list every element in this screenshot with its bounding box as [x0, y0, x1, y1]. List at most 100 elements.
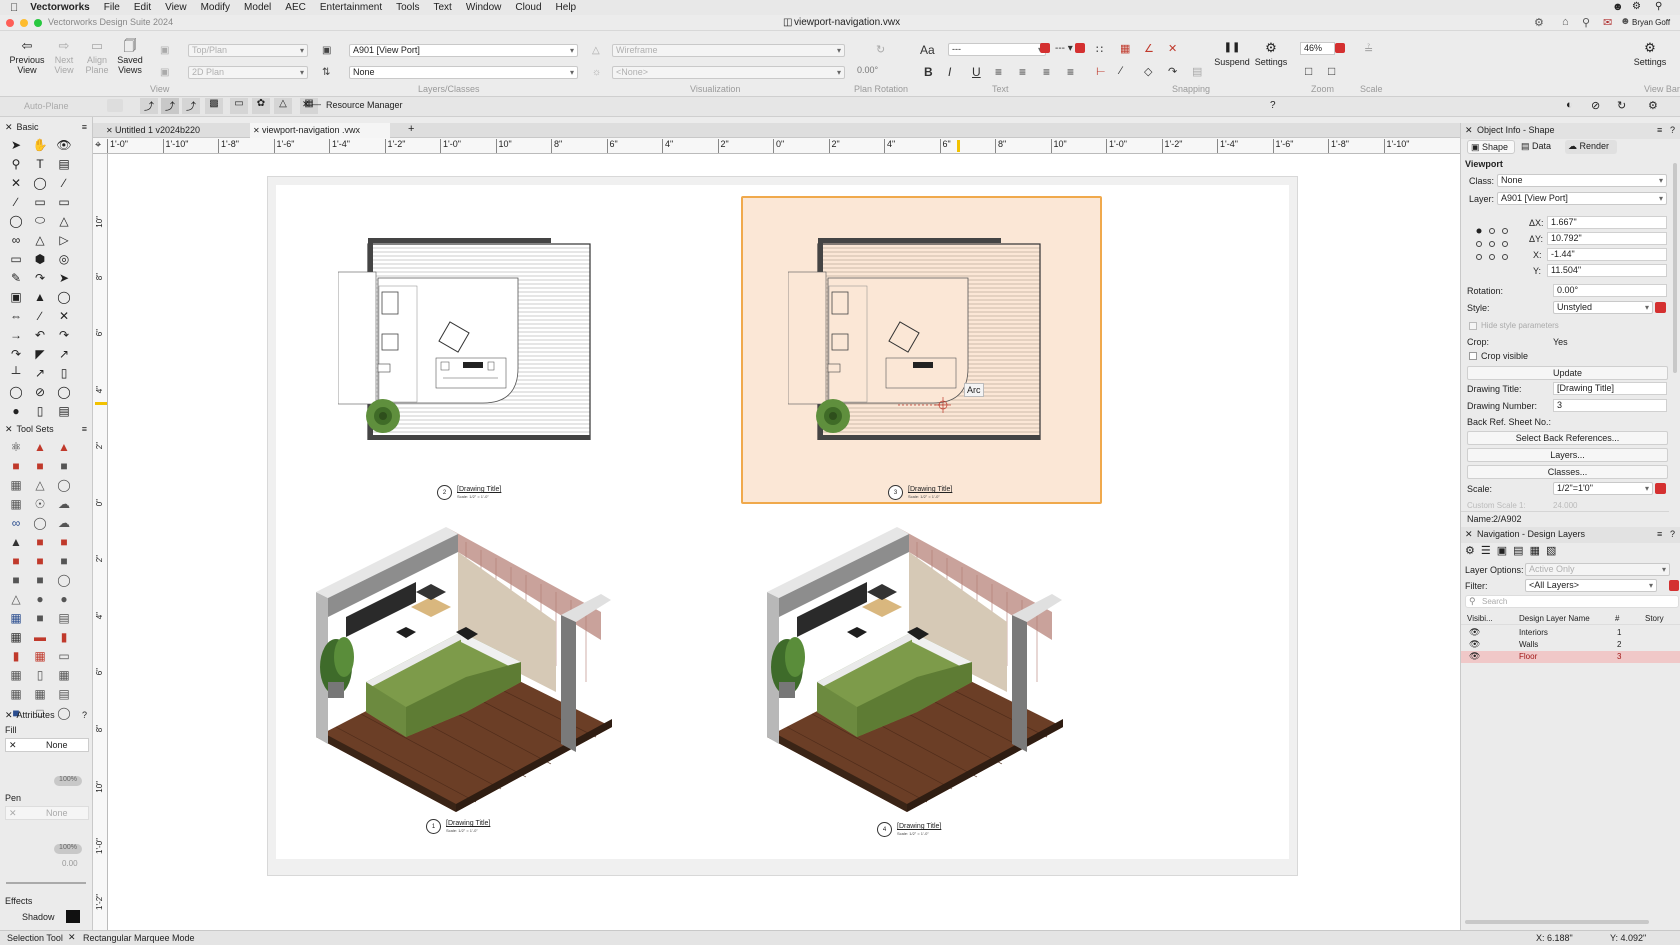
filter-menu-button[interactable]	[1669, 580, 1679, 591]
eye-icon[interactable]: 👁	[1469, 627, 1480, 638]
notification-icon[interactable]: ✉	[1603, 16, 1612, 29]
toolset-icon[interactable]: ■	[28, 570, 52, 589]
object-info-scrollbar[interactable]	[1673, 163, 1677, 373]
align-left-icon[interactable]: ≡	[995, 65, 1002, 79]
menu-tools[interactable]: Tools	[396, 2, 419, 13]
basic-tool-icon[interactable]: ➤	[4, 135, 28, 154]
basic-tool-icon[interactable]: ●	[4, 401, 28, 420]
visualization-select[interactable]: <None>	[612, 66, 845, 79]
crop-visible-checkbox[interactable]	[1469, 352, 1477, 360]
snap-tangent-icon[interactable]: ∕	[1120, 65, 1122, 77]
sheet-layers-icon[interactable]: ☰	[1481, 545, 1497, 557]
toolset-icon[interactable]: ■	[28, 532, 52, 551]
viewport-plan-left[interactable]	[337, 238, 598, 441]
class-select[interactable]: None	[1497, 174, 1667, 187]
contrast-icon[interactable]: ◐	[1566, 99, 1573, 111]
user-icon[interactable]: ☻	[1612, 1, 1624, 13]
toolset-icon[interactable]: ▤	[52, 608, 76, 627]
menu-window[interactable]: Window	[466, 2, 502, 13]
tab-shape[interactable]: ▣ Shape	[1467, 140, 1515, 154]
line-thickness[interactable]: 0.00	[62, 859, 78, 868]
column-number[interactable]: #	[1615, 614, 1619, 623]
snap-settings-button[interactable]: ⚙ Settings	[1253, 41, 1289, 67]
close-icon[interactable]: ✕	[1465, 529, 1473, 540]
basic-tool-icon[interactable]: →	[4, 325, 28, 344]
menu-icon[interactable]: ≡	[1657, 529, 1662, 539]
new-tab-icon[interactable]: +	[408, 123, 414, 135]
toolset-icon[interactable]: ■	[28, 456, 52, 475]
toolset-icon[interactable]: ■	[4, 456, 28, 475]
text-size-select[interactable]: --- ▾	[1055, 43, 1073, 54]
gear-icon[interactable]: ⚙	[1534, 16, 1544, 29]
interactive-mode-icon[interactable]: ▩	[205, 98, 223, 114]
toolset-icon[interactable]: ▦	[4, 475, 28, 494]
toolset-icon[interactable]: ⚛	[4, 437, 28, 456]
next-view-button[interactable]: ⇨ Next View	[50, 39, 78, 75]
close-icon[interactable]: ✕	[5, 122, 13, 132]
toolset-icon[interactable]: ■	[52, 532, 76, 551]
scale-select[interactable]: 1/2"=1'0"	[1553, 482, 1653, 495]
fit-to-page-icon[interactable]: □	[1328, 64, 1335, 78]
tab-viewport-navigation[interactable]: ✕ viewport-navigation .vwx	[250, 123, 390, 138]
snap-grid-icon[interactable]: ∷	[1096, 43, 1103, 56]
pen-opacity[interactable]: 100%	[54, 844, 82, 854]
scale-menu-button[interactable]	[1655, 483, 1666, 494]
zoom-window-button[interactable]	[34, 19, 42, 27]
fit-to-window-icon[interactable]: □	[1305, 64, 1312, 78]
menu-aec[interactable]: AEC	[285, 2, 306, 13]
bold-button[interactable]: B	[924, 65, 933, 79]
basic-tool-icon[interactable]: T	[28, 154, 52, 173]
table-row-active[interactable]: 👁 Floor 3	[1461, 651, 1680, 663]
basic-tool-icon[interactable]: ↷	[4, 344, 28, 363]
resource-manager-drag-icon[interactable]: —	[312, 99, 321, 109]
search-icon[interactable]: ⚲	[1655, 1, 1662, 12]
view-bar-settings-button[interactable]: ⚙ Settings	[1632, 41, 1668, 67]
layer-select[interactable]: A901 [View Port]	[349, 44, 578, 57]
toolset-icon[interactable]: ▦	[4, 494, 28, 513]
snap-object-icon[interactable]: ▦	[1120, 42, 1130, 55]
basic-tool-icon[interactable]: ◎	[52, 249, 76, 268]
previous-view-button[interactable]: ⇦ Previous View	[8, 39, 46, 75]
style-menu-button[interactable]	[1655, 302, 1666, 313]
snap-loci-icon[interactable]: ▤	[1192, 65, 1202, 78]
basic-tool-icon[interactable]: ⇔	[4, 306, 28, 325]
fill-style-select[interactable]: ✕ None	[5, 738, 89, 752]
toolset-icon[interactable]: ▦	[4, 608, 28, 627]
basic-tool-icon[interactable]: ∞	[4, 230, 28, 249]
toolset-icon[interactable]: ∞	[4, 513, 28, 532]
rect-marquee-mode-icon[interactable]: ⤴	[161, 98, 179, 114]
basic-tool-icon[interactable]: ▯	[28, 401, 52, 420]
align-plane-button[interactable]: ▭ Align Plane	[82, 39, 112, 75]
select-back-references-button[interactable]: Select Back References...	[1467, 431, 1668, 445]
plane-select[interactable]: 2D Plan	[188, 66, 308, 79]
plane-mode-button[interactable]	[107, 99, 123, 112]
select-mode-icon[interactable]: ⤴	[140, 98, 158, 114]
toolset-icon[interactable]: ▭	[52, 646, 76, 665]
toolset-icon[interactable]: ▦	[4, 684, 28, 703]
saved-views-icon[interactable]: ▦	[1530, 545, 1546, 557]
suspend-button[interactable]: ❚❚ Suspend	[1214, 43, 1250, 68]
column-layer-name[interactable]: Design Layer Name	[1519, 614, 1590, 623]
dy-field[interactable]: 10.792"	[1547, 232, 1667, 245]
basic-tool-icon[interactable]: ◯	[52, 287, 76, 306]
menu-help[interactable]: Help	[556, 2, 577, 13]
user-avatar[interactable]: ☻	[1620, 16, 1631, 27]
snap-distance-icon[interactable]: ⊢	[1096, 65, 1106, 78]
home-icon[interactable]: ⌂	[1562, 16, 1569, 28]
layer-select[interactable]: A901 [View Port]	[1497, 192, 1667, 205]
rectangle-marquee-icon[interactable]: ▭	[230, 98, 248, 114]
layer-search-input[interactable]: ⚲ Search	[1465, 595, 1679, 608]
toolset-icon[interactable]: ■	[52, 551, 76, 570]
toolset-icon[interactable]: ■	[28, 551, 52, 570]
viewport-plan-right[interactable]	[787, 238, 1048, 441]
toolset-icon[interactable]: ▲	[52, 437, 76, 456]
basic-tool-icon[interactable]: ⬢	[28, 249, 52, 268]
navigation-type-tabs[interactable]: ⚙☰▣▤▦▧	[1465, 544, 1585, 560]
justify-icon[interactable]: ≡	[1067, 65, 1074, 79]
align-right-icon[interactable]: ≡	[1043, 65, 1050, 79]
toolset-icon[interactable]: ▯	[28, 665, 52, 684]
basic-tool-icon[interactable]: ✎	[4, 268, 28, 287]
hide-style-checkbox[interactable]	[1469, 322, 1477, 330]
snap-angle-icon[interactable]: ∠	[1144, 42, 1154, 55]
font-icon[interactable]: Aa	[920, 43, 935, 57]
